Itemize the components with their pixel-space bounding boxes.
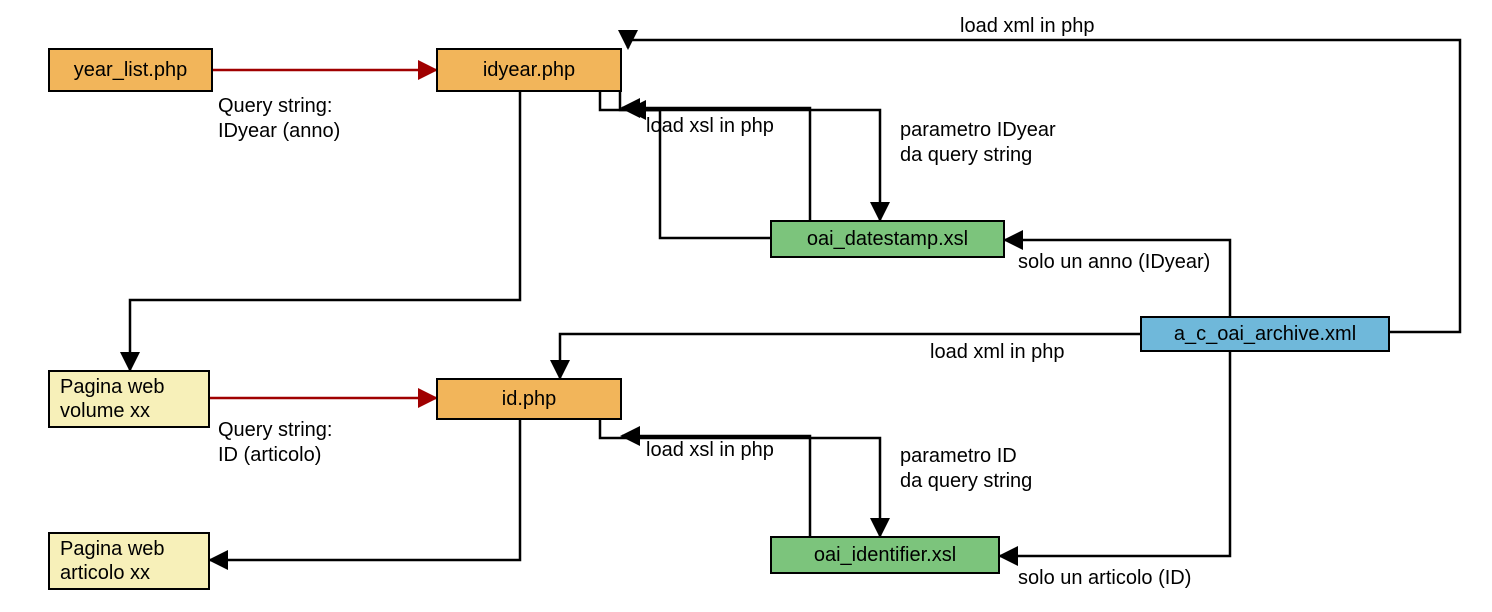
- node-label: oai_identifier.xsl: [814, 543, 956, 567]
- node-archive-xml: a_c_oai_archive.xml: [1140, 316, 1390, 352]
- node-id: id.php: [436, 378, 622, 420]
- node-label: Pagina web volume xx: [60, 375, 165, 423]
- node-label: oai_datestamp.xsl: [807, 227, 968, 251]
- node-oai-datestamp: oai_datestamp.xsl: [770, 220, 1005, 258]
- node-label: year_list.php: [74, 58, 187, 82]
- node-label: idyear.php: [483, 58, 575, 82]
- label-load-xml-top: load xml in php: [960, 14, 1095, 39]
- node-label: id.php: [502, 387, 557, 411]
- label-query-string-idyear: Query string: IDyear (anno): [218, 94, 340, 144]
- node-year-list: year_list.php: [48, 48, 213, 92]
- label-query-string-id: Query string: ID (articolo): [218, 418, 332, 468]
- label-param-id: parametro ID da query string: [900, 444, 1032, 494]
- label-load-xsl-top: load xsl in php: [646, 114, 774, 139]
- node-idyear: idyear.php: [436, 48, 622, 92]
- node-label: Pagina web articolo xx: [60, 537, 165, 585]
- label-param-idyear: parametro IDyear da query string: [900, 118, 1056, 168]
- node-oai-identifier: oai_identifier.xsl: [770, 536, 1000, 574]
- node-pagina-volume: Pagina web volume xx: [48, 370, 210, 428]
- label-load-xml-mid: load xml in php: [930, 340, 1065, 365]
- label-solo-articolo: solo un articolo (ID): [1018, 566, 1191, 591]
- node-pagina-articolo: Pagina web articolo xx: [48, 532, 210, 590]
- label-load-xsl-bot: load xsl in php: [646, 438, 774, 463]
- label-solo-anno: solo un anno (IDyear): [1018, 250, 1210, 275]
- node-label: a_c_oai_archive.xml: [1174, 322, 1356, 346]
- connections-layer: [0, 0, 1492, 612]
- diagram-canvas: { "nodes": { "year_list": "year_list.php…: [0, 0, 1492, 612]
